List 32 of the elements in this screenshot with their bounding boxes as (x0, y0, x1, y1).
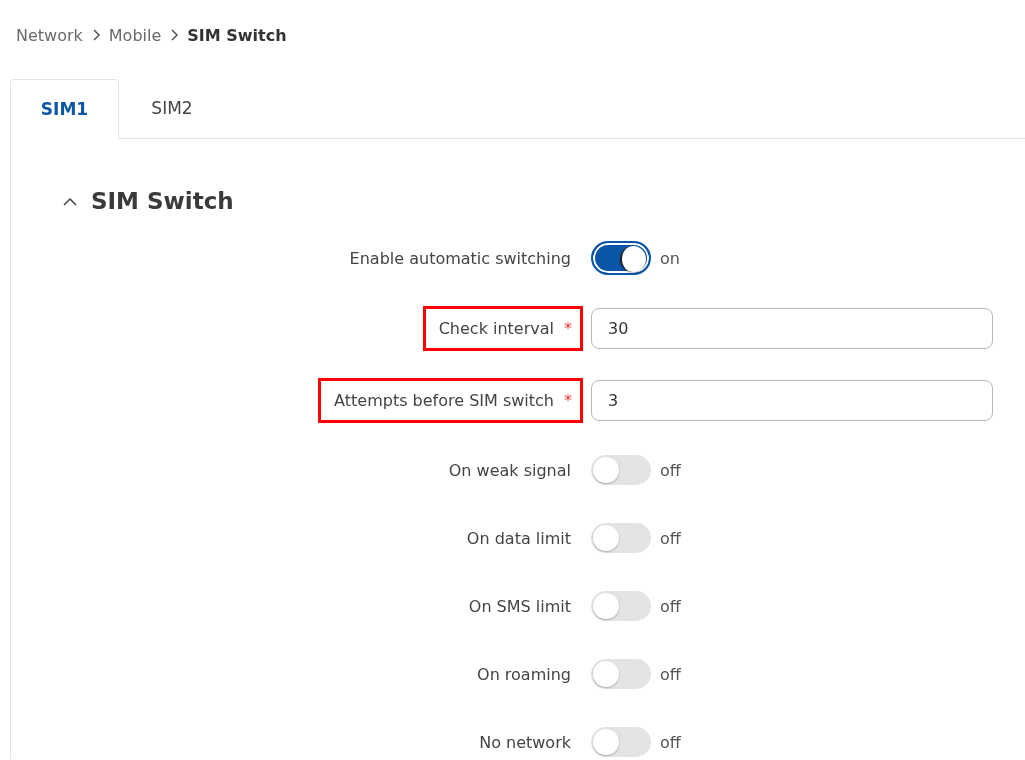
field-label: On roaming (477, 664, 571, 684)
field-label: Check interval (438, 318, 554, 338)
field-label: Attempts before SIM switch (334, 390, 554, 410)
toggle-state: off (660, 596, 681, 616)
field-label: No network (479, 732, 571, 752)
toggle-state: off (660, 460, 681, 480)
toggle-switch[interactable] (591, 241, 651, 275)
text-field[interactable]: 3 (591, 379, 993, 421)
field-label: On data limit (466, 528, 571, 548)
toggle-switch[interactable] (591, 523, 651, 553)
breadcrumb-link[interactable]: Network (16, 25, 83, 45)
chevron-right-icon (90, 29, 101, 41)
tab[interactable]: SIM1 (10, 79, 119, 139)
toggle-switch[interactable] (591, 455, 651, 485)
toggle-state: on (660, 248, 680, 268)
chevron-right-icon (169, 29, 180, 41)
toggle-switch[interactable] (591, 727, 651, 757)
toggle-switch[interactable] (591, 659, 651, 689)
required-mark: * (564, 318, 572, 338)
field-label: On SMS limit (468, 596, 571, 616)
toggle-state: off (660, 664, 681, 684)
toggle-switch[interactable] (591, 591, 651, 621)
breadcrumb-current: SIM Switch (187, 25, 287, 45)
field-label: Enable automatic switching (349, 248, 571, 268)
section-title: SIM Switch (91, 188, 234, 214)
breadcrumb-link[interactable]: Mobile (108, 25, 162, 45)
toggle-state: off (660, 732, 681, 752)
chevron-up-icon[interactable] (63, 196, 77, 206)
toggle-state: off (660, 528, 681, 548)
field-label: On weak signal (448, 460, 571, 480)
required-mark: * (564, 390, 572, 410)
text-field[interactable]: 30 (591, 307, 993, 349)
